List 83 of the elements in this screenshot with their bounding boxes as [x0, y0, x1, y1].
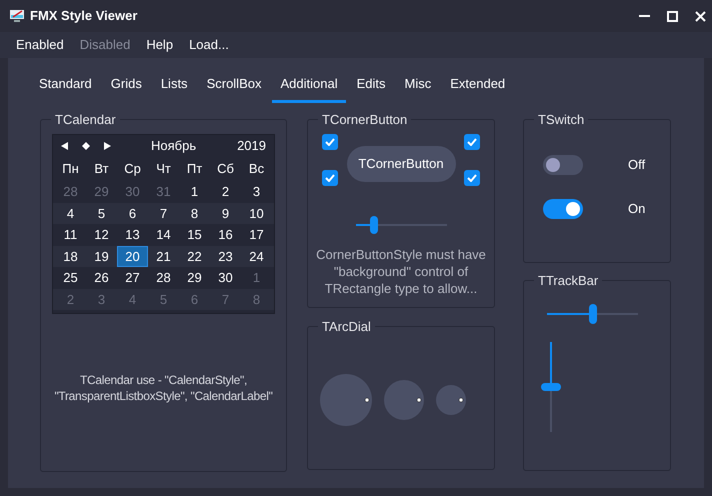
calendar-day[interactable]: 3 — [241, 181, 272, 202]
toggle-switch[interactable] — [543, 155, 583, 175]
calendar-day[interactable]: 11 — [55, 224, 86, 246]
corner-button-note: CornerButtonStyle must have "background" control of TRectangle type to allow... — [315, 246, 487, 297]
tab[interactable]: Misc — [396, 74, 440, 102]
weekday-label: Пн — [61, 160, 80, 178]
calendar-day[interactable]: 23 — [210, 246, 241, 267]
calendar-caption: TCalendar use - "CalendarStyle", "TransparentListboxStyle", "CalendarLabel" — [53, 372, 274, 404]
check-icon — [467, 174, 477, 182]
tab[interactable]: Additional — [272, 74, 346, 102]
corner-button[interactable]: TCornerButton — [346, 146, 456, 182]
weekday-label: Чт — [155, 160, 172, 178]
year-label: 2019 — [237, 137, 266, 156]
vertical-trackbar[interactable] — [541, 342, 561, 432]
calendar-day[interactable]: 28 — [148, 267, 179, 288]
calendar-day[interactable]: 19 — [86, 246, 117, 267]
calendar-day[interactable]: 14 — [148, 224, 179, 246]
calendar-day[interactable]: 20 — [117, 246, 148, 267]
calendar-day[interactable]: 18 — [55, 246, 86, 267]
check-icon — [325, 174, 335, 182]
calendar-day[interactable]: 2 — [210, 181, 241, 202]
menu-item[interactable]: Enabled — [16, 35, 64, 55]
tab[interactable]: Grids — [102, 74, 150, 102]
calendar-day[interactable]: 6 — [117, 202, 148, 224]
calendar-day[interactable]: 29 — [179, 267, 210, 288]
checkbox[interactable] — [322, 134, 338, 150]
toggle-switch[interactable] — [543, 199, 583, 219]
tab[interactable]: Extended — [442, 74, 514, 102]
tab[interactable]: Standard — [31, 74, 100, 102]
calendar-day[interactable]: 27 — [117, 267, 148, 288]
weekday-label: Сб — [216, 160, 235, 178]
checkbox[interactable] — [464, 134, 480, 150]
maximize-icon[interactable] — [667, 10, 678, 22]
horizontal-trackbar[interactable] — [547, 304, 638, 324]
calendar-day[interactable]: 10 — [241, 202, 272, 224]
calendar-day[interactable]: 21 — [148, 246, 179, 267]
previous-icon[interactable] — [61, 142, 68, 150]
tab[interactable]: Edits — [348, 74, 394, 102]
menu-item[interactable]: Help — [146, 35, 174, 55]
calendar-day[interactable]: 9 — [210, 202, 241, 224]
calendar-day[interactable]: 7 — [148, 202, 179, 224]
today-icon[interactable] — [82, 142, 90, 150]
calendar-day[interactable]: 8 — [179, 202, 210, 224]
weekday-label: Вс — [248, 160, 266, 178]
weekday-label: Ср — [123, 160, 142, 178]
group-title: TTrackBar — [537, 272, 600, 290]
checkbox[interactable] — [464, 170, 480, 186]
tab[interactable]: Lists — [152, 74, 196, 102]
calendar-day[interactable]: 13 — [117, 224, 148, 246]
app-icon — [10, 10, 24, 22]
switch-label: On — [628, 200, 646, 218]
check-icon — [325, 138, 335, 146]
group-title: TArcDial — [321, 318, 372, 336]
calendar-day[interactable]: 15 — [179, 224, 210, 246]
slider-thumb[interactable] — [370, 216, 378, 234]
calendar-day[interactable]: 5 — [86, 202, 117, 224]
calendar-day[interactable]: 26 — [86, 267, 117, 288]
group-title: TCornerButton — [321, 110, 408, 128]
close-icon[interactable] — [695, 10, 706, 22]
slider[interactable] — [356, 216, 446, 234]
group-title: TSwitch — [537, 110, 586, 128]
tab[interactable]: ScrollBox — [198, 74, 270, 102]
menu-item[interactable]: Load... — [189, 35, 229, 55]
calendar-day[interactable]: 17 — [241, 224, 272, 246]
next-icon[interactable] — [104, 142, 111, 150]
calendar-day[interactable]: 25 — [55, 267, 86, 288]
checkbox[interactable] — [322, 170, 338, 186]
calendar-day[interactable]: 16 — [210, 224, 241, 246]
calendar-day[interactable]: 22 — [179, 246, 210, 267]
calendar-day[interactable]: 1 — [179, 181, 210, 202]
switch-label: Off — [628, 156, 646, 174]
trackbar-thumb[interactable] — [588, 304, 596, 324]
calendar-day[interactable]: 24 — [241, 246, 272, 267]
calendar-day[interactable]: 4 — [55, 202, 86, 224]
month-label: Ноябрь — [151, 137, 196, 156]
calendar-day[interactable]: 30 — [210, 267, 241, 288]
window-title: FMX Style Viewer — [30, 7, 138, 26]
weekday-label: Вт — [93, 160, 110, 178]
group-title: TCalendar — [54, 110, 117, 128]
weekday-label: Пт — [186, 160, 204, 178]
calendar-day[interactable]: 12 — [86, 224, 117, 246]
check-icon — [467, 138, 477, 146]
trackbar-thumb[interactable] — [541, 383, 561, 391]
